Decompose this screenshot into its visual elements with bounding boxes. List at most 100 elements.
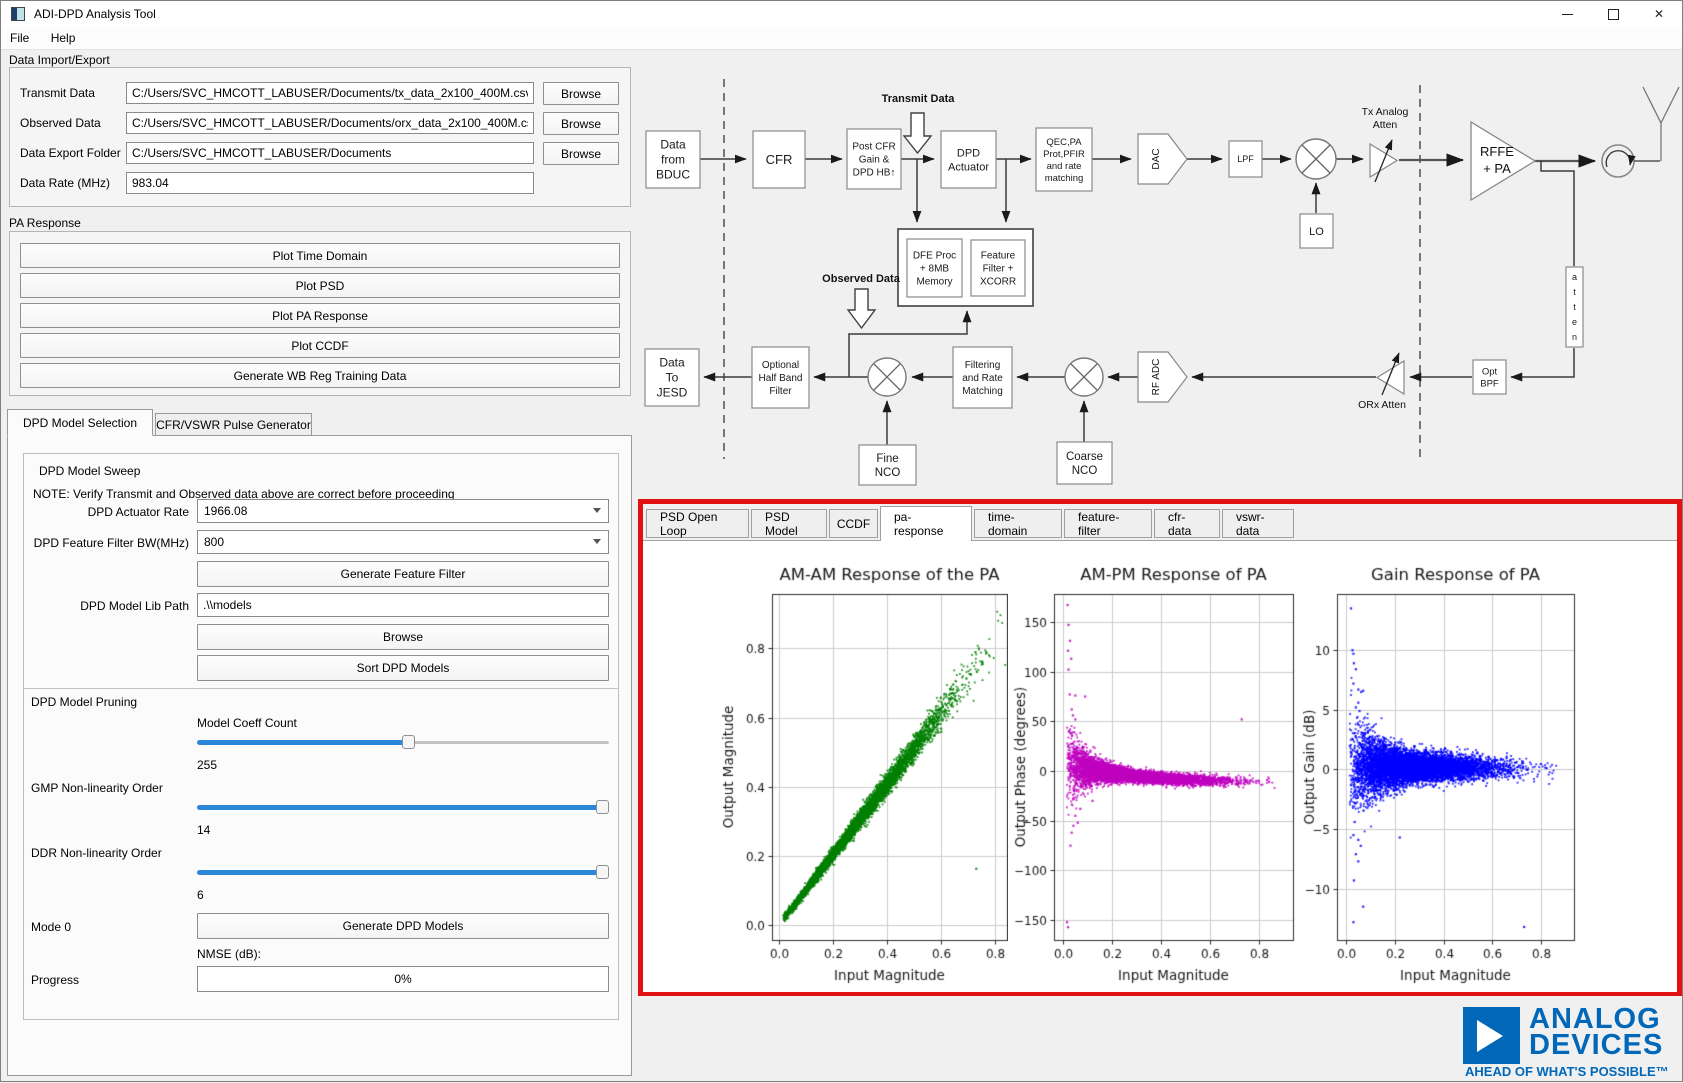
export-browse-button[interactable]: Browse bbox=[543, 142, 619, 165]
plot-ccdf-button[interactable]: Plot CCDF bbox=[20, 333, 620, 358]
observed-browse-button[interactable]: Browse bbox=[543, 112, 619, 135]
dpd-actuator: DPD Actuator bbox=[941, 131, 996, 188]
menu-file[interactable]: File bbox=[1, 27, 38, 45]
tab-pa-response[interactable]: pa-response bbox=[880, 506, 972, 541]
svg-text:CFR: CFR bbox=[766, 152, 793, 167]
svg-text:Tx Analog: Tx Analog bbox=[1362, 106, 1409, 118]
tab-feature-filter[interactable]: feature-filter bbox=[1064, 509, 1152, 538]
progress-label: Progress bbox=[31, 973, 79, 987]
lib-path-label: DPD Model Lib Path bbox=[21, 599, 189, 613]
nmse-label: NMSE (dB): bbox=[197, 947, 261, 961]
actuator-rate-label: DPD Actuator Rate bbox=[21, 505, 189, 519]
tx-analog-atten-icon bbox=[1370, 140, 1397, 182]
plot-time-domain-button[interactable]: Plot Time Domain bbox=[20, 243, 620, 268]
dac-label: DAC bbox=[1151, 148, 1162, 169]
gmp-order-value: 14 bbox=[197, 823, 210, 837]
dac-icon bbox=[1138, 134, 1187, 184]
window-title: ADI-DPD Analysis Tool bbox=[34, 7, 156, 21]
svg-text:matching: matching bbox=[1045, 173, 1084, 184]
feature-bw-combobox[interactable]: 800 bbox=[197, 530, 609, 554]
feature-bw-label: DPD Feature Filter BW(MHz) bbox=[21, 536, 189, 550]
generate-dpd-models-button[interactable]: Generate DPD Models bbox=[197, 913, 609, 939]
minimize-button[interactable] bbox=[1544, 1, 1590, 27]
svg-text:Coarse: Coarse bbox=[1066, 451, 1103, 463]
tab-psd-model[interactable]: PSD Model bbox=[751, 509, 827, 538]
svg-text:+ 8MB: + 8MB bbox=[920, 264, 950, 275]
dpd-model-sweep-label: DPD Model Sweep bbox=[39, 464, 140, 478]
generate-feature-filter-button[interactable]: Generate Feature Filter bbox=[197, 561, 609, 587]
logo-tagline: AHEAD OF WHAT'S POSSIBLE™ bbox=[1465, 1064, 1669, 1079]
svg-text:NCO: NCO bbox=[875, 467, 901, 479]
svg-text:LO: LO bbox=[1309, 226, 1324, 238]
tab-time-domain[interactable]: time-domain bbox=[974, 509, 1062, 538]
chevron-down-icon bbox=[593, 539, 601, 544]
model-coeff-slider[interactable] bbox=[197, 735, 609, 749]
actuator-rate-combobox[interactable]: 1966.08 bbox=[197, 499, 609, 523]
svg-text:Opt: Opt bbox=[1482, 366, 1498, 377]
sort-dpd-models-button[interactable]: Sort DPD Models bbox=[197, 655, 609, 681]
export-folder-field[interactable] bbox=[126, 142, 534, 164]
close-button[interactable]: ✕ bbox=[1636, 1, 1682, 27]
transmit-data-field[interactable] bbox=[126, 82, 534, 104]
tab-cfr-vswr-pulse-generator[interactable]: CFR/VSWR Pulse Generator bbox=[155, 413, 312, 436]
am-pm-chart bbox=[1008, 542, 1298, 992]
plot-canvas-area bbox=[643, 540, 1677, 991]
menu-bar: File Help bbox=[1, 27, 1682, 50]
svg-text:Observed Data: Observed Data bbox=[822, 273, 901, 285]
maximize-button[interactable] bbox=[1590, 1, 1636, 27]
rf-adc-label: RF ADC bbox=[1151, 359, 1162, 396]
svg-text:Data: Data bbox=[659, 356, 685, 370]
tab-dpd-model-selection[interactable]: DPD Model Selection bbox=[7, 409, 153, 436]
svg-text:from: from bbox=[661, 153, 685, 167]
export-folder-label: Data Export Folder bbox=[20, 146, 121, 160]
minimize-icon bbox=[1562, 14, 1573, 15]
plot-psd-button[interactable]: Plot PSD bbox=[20, 273, 620, 298]
post-cfr-gain-dpd-hb: Post CFRGain &DPD HB↑ bbox=[847, 129, 901, 189]
svg-text:RF ADC: RF ADC bbox=[1151, 359, 1162, 396]
transmit-data-label: Transmit Data bbox=[882, 93, 956, 105]
svg-text:Actuator: Actuator bbox=[948, 161, 989, 173]
circulator-icon bbox=[1602, 145, 1634, 177]
svg-text:XCORR: XCORR bbox=[980, 277, 1016, 288]
svg-text:Memory: Memory bbox=[916, 277, 952, 288]
menu-help[interactable]: Help bbox=[42, 27, 85, 45]
svg-text:NCO: NCO bbox=[1072, 465, 1098, 477]
svg-text:Filter +: Filter + bbox=[983, 264, 1014, 275]
ddr-order-value: 6 bbox=[197, 888, 204, 902]
data-from-bduc: DatafromBDUC bbox=[646, 131, 700, 188]
app-window: ADI-DPD Analysis Tool ✕ File Help Data I… bbox=[0, 0, 1683, 1082]
svg-text:+ PA: + PA bbox=[1483, 161, 1511, 176]
maximize-icon bbox=[1608, 9, 1619, 20]
svg-text:Half Band: Half Band bbox=[759, 373, 803, 384]
observed-data-arrow-icon bbox=[848, 289, 875, 328]
observed-data-label: Observed Data bbox=[822, 273, 901, 285]
lib-browse-button[interactable]: Browse bbox=[197, 624, 609, 650]
tab-cfr-data[interactable]: cfr-data bbox=[1154, 509, 1220, 538]
svg-text:LPF: LPF bbox=[1237, 154, 1254, 164]
actuator-rate-value: 1966.08 bbox=[204, 504, 247, 518]
svg-text:Optional: Optional bbox=[762, 360, 799, 371]
generate-wb-reg-button[interactable]: Generate WB Reg Training Data bbox=[20, 363, 620, 388]
svg-text:Data: Data bbox=[660, 138, 686, 152]
plot-pa-response-button[interactable]: Plot PA Response bbox=[20, 303, 620, 328]
coarse-nco: Coarse NCO bbox=[1057, 442, 1112, 484]
gmp-order-slider[interactable] bbox=[197, 800, 609, 814]
svg-text:JESD: JESD bbox=[657, 386, 688, 400]
data-rate-field[interactable] bbox=[126, 172, 534, 194]
observed-data-label: Observed Data bbox=[20, 116, 101, 130]
observed-data-field[interactable] bbox=[126, 112, 534, 134]
mode-label: Mode 0 bbox=[31, 920, 71, 934]
fine-nco: FineNCO bbox=[859, 445, 916, 485]
data-rate-label: Data Rate (MHz) bbox=[20, 176, 110, 190]
tab-ccdf[interactable]: CCDF bbox=[829, 509, 878, 538]
tab-vswr-data[interactable]: vswr-data bbox=[1222, 509, 1294, 538]
transmit-browse-button[interactable]: Browse bbox=[543, 82, 619, 105]
svg-text:DPD HB↑: DPD HB↑ bbox=[853, 168, 896, 179]
tab-psd-open-loop[interactable]: PSD Open Loop bbox=[646, 509, 749, 538]
svg-text:DPD: DPD bbox=[957, 147, 980, 159]
svg-text:RFFE: RFFE bbox=[1480, 144, 1514, 159]
qec-pa-prot-pfir: QEC,PAProt,PFIRand ratematching bbox=[1036, 128, 1092, 191]
lib-path-field[interactable] bbox=[197, 593, 609, 617]
ddr-order-slider[interactable] bbox=[197, 865, 609, 879]
model-coeff-count-label: Model Coeff Count bbox=[197, 716, 297, 730]
